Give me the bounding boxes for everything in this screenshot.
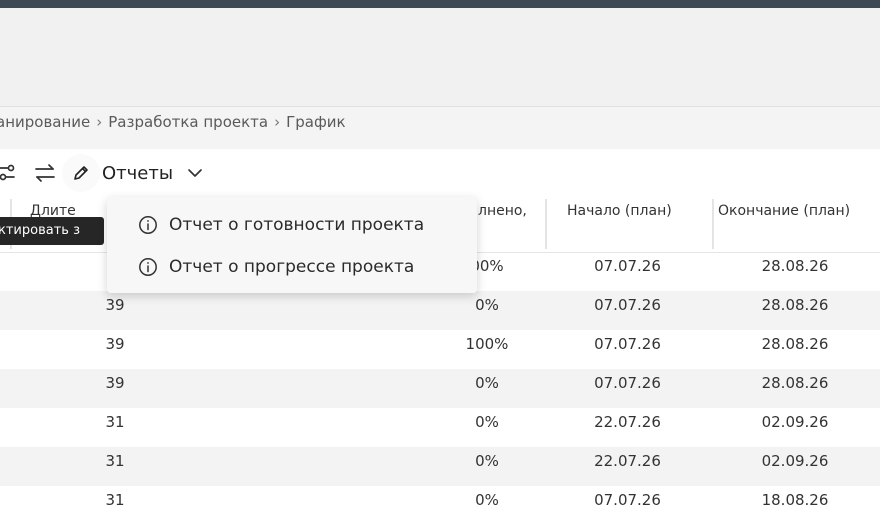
toolbar: Отчеты bbox=[0, 149, 880, 197]
menu-item-label: Отчет о прогрессе проекта bbox=[169, 257, 415, 277]
cell-end: 28.08.26 bbox=[761, 296, 829, 314]
cell-end: 18.08.26 bbox=[761, 491, 829, 509]
chevron-right-icon: › bbox=[96, 113, 103, 131]
breadcrumb: анирование › Разработка проекта › График bbox=[0, 106, 880, 150]
header-area bbox=[0, 8, 880, 106]
column-header-end-plan[interactable]: Окончание (план) bbox=[714, 197, 880, 252]
reports-label: Отчеты bbox=[102, 162, 174, 184]
breadcrumb-item-schedule[interactable]: График bbox=[286, 113, 346, 131]
reports-dropdown-menu: Отчет о готовности проекта Отчет о прогр… bbox=[107, 197, 477, 293]
cell-end: 02.09.26 bbox=[761, 452, 829, 470]
chevron-down-icon bbox=[187, 168, 203, 178]
cell-done: 0% bbox=[475, 296, 499, 314]
table-row[interactable]: 31 0% 22.07.26 02.09.26 bbox=[0, 408, 880, 447]
chevron-right-icon: › bbox=[274, 113, 281, 131]
table-row[interactable]: 39 0% 07.07.26 28.08.26 bbox=[0, 369, 880, 408]
cell-duration: 31 bbox=[105, 491, 125, 509]
cell-start: 07.07.26 bbox=[594, 491, 661, 509]
menu-item-project-readiness-report[interactable]: Отчет о готовности проекта bbox=[107, 205, 477, 245]
cell-start: 22.07.26 bbox=[594, 452, 661, 470]
cell-done: 0% bbox=[475, 452, 499, 470]
cell-start: 22.07.26 bbox=[594, 413, 661, 431]
cell-start: 07.07.26 bbox=[594, 335, 661, 353]
menu-item-project-progress-report[interactable]: Отчет о прогрессе проекта bbox=[107, 247, 477, 287]
cell-start: 07.07.26 bbox=[594, 296, 661, 314]
cell-duration: 39 bbox=[105, 335, 125, 353]
cell-end: 28.08.26 bbox=[761, 335, 829, 353]
info-icon bbox=[137, 214, 159, 236]
column-header-start-plan[interactable]: Начало (план) bbox=[547, 197, 712, 252]
table-row[interactable]: 39 0% 07.07.26 28.08.26 bbox=[0, 291, 880, 330]
table-row[interactable]: 31 0% 22.07.26 02.09.26 bbox=[0, 447, 880, 486]
cell-done: 0% bbox=[475, 413, 499, 431]
table-row[interactable]: 39 100% 07.07.26 28.08.26 bbox=[0, 330, 880, 369]
cell-start: 07.07.26 bbox=[594, 257, 661, 275]
menu-item-label: Отчет о готовности проекта bbox=[169, 215, 425, 235]
breadcrumb-item-project-development[interactable]: Разработка проекта bbox=[108, 113, 268, 131]
cell-duration: 31 bbox=[105, 452, 125, 470]
cell-end: 28.08.26 bbox=[761, 374, 829, 392]
swap-arrows-icon[interactable] bbox=[33, 161, 57, 185]
filter-settings-icon[interactable] bbox=[0, 161, 16, 185]
cell-duration: 39 bbox=[105, 296, 125, 314]
edit-tooltip: ктировать з bbox=[0, 217, 104, 245]
cell-done: 0% bbox=[475, 374, 499, 392]
breadcrumb-item-planning[interactable]: анирование bbox=[0, 113, 90, 131]
cell-end: 28.08.26 bbox=[761, 257, 829, 275]
column-header-done[interactable]: лнено, bbox=[470, 197, 544, 252]
cell-duration: 31 bbox=[105, 413, 125, 431]
top-bar bbox=[0, 0, 880, 8]
cell-done: 0% bbox=[475, 491, 499, 509]
info-icon bbox=[137, 256, 159, 278]
reports-menu-button[interactable]: Отчеты bbox=[62, 154, 222, 192]
cell-start: 07.07.26 bbox=[594, 374, 661, 392]
cell-duration: 39 bbox=[105, 374, 125, 392]
pencil-icon bbox=[62, 154, 100, 192]
cell-done: 100% bbox=[465, 335, 509, 353]
table-row[interactable]: 31 0% 07.07.26 18.08.26 bbox=[0, 486, 880, 525]
cell-end: 02.09.26 bbox=[761, 413, 829, 431]
